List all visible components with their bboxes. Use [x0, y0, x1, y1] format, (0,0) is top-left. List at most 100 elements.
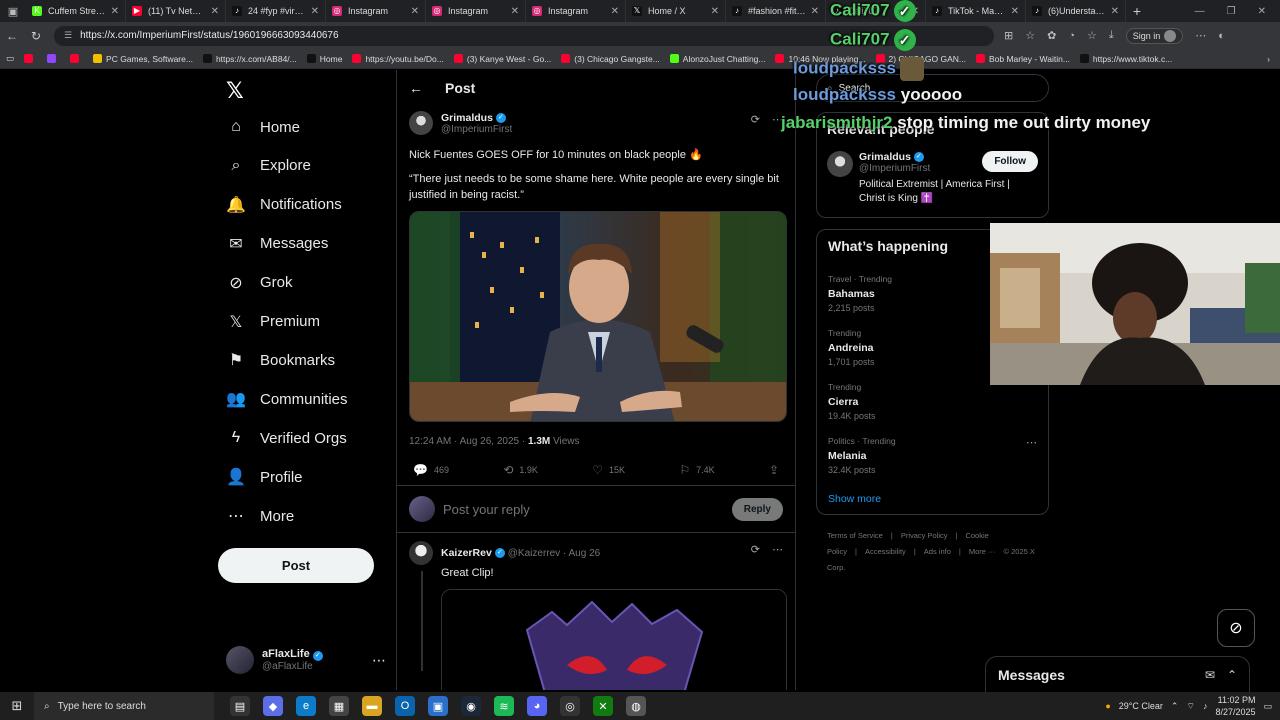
- bookmark-item[interactable]: (3) Chicago Gangste...: [561, 54, 660, 64]
- nav-item-grok[interactable]: ⊘ Grok: [226, 268, 292, 298]
- close-tab-icon[interactable]: ✕: [711, 6, 719, 17]
- nav-item-more[interactable]: ⋯ More: [226, 501, 294, 531]
- favorites-icon[interactable]: ☆: [1087, 29, 1097, 42]
- close-tab-icon[interactable]: ✕: [1111, 6, 1119, 17]
- extensions-icon[interactable]: ✿: [1047, 29, 1056, 42]
- expand-drawer-icon[interactable]: ⌃: [1227, 668, 1237, 682]
- messages-drawer[interactable]: Messages ✉ ⌃: [985, 656, 1250, 692]
- nav-item-home[interactable]: ⌂ Home: [226, 112, 300, 142]
- reply-input[interactable]: Post your reply: [443, 502, 732, 517]
- tray-overflow-icon[interactable]: ⌃: [1171, 701, 1179, 712]
- close-tab-icon[interactable]: ✕: [611, 6, 619, 17]
- browser-tab[interactable]: ♪ #fashion #fitinsp ✕: [726, 0, 826, 22]
- bookmark-item[interactable]: Home: [306, 54, 342, 64]
- nav-item-explore[interactable]: ⌕ Explore: [226, 151, 311, 181]
- start-icon[interactable]: ⊞: [0, 698, 34, 714]
- network-icon[interactable]: ⌔: [1186, 701, 1194, 712]
- bookmark-item[interactable]: PC Games, Software...: [93, 54, 193, 64]
- restore-icon[interactable]: ❐: [1227, 6, 1236, 17]
- bookmark-item[interactable]: AlonzoJust Chatting...: [669, 54, 765, 64]
- copilot-icon[interactable]: ◐: [1218, 30, 1225, 42]
- obs-icon[interactable]: ◎: [560, 696, 580, 716]
- reply-author[interactable]: KaizerRev ✓ @Kaizerrev · Aug 26: [441, 547, 600, 559]
- post-button[interactable]: Post: [218, 548, 374, 583]
- notifications-icon[interactable]: ▭: [1263, 701, 1272, 712]
- grok-explain-icon[interactable]: ⟳: [751, 543, 760, 556]
- repost-action[interactable]: ⟲ 1.9K: [503, 463, 538, 477]
- close-tab-icon[interactable]: ✕: [211, 6, 219, 17]
- nav-item-communities[interactable]: 👥 Communities: [226, 384, 348, 414]
- account-switcher[interactable]: aFlaxLife ✓ @aFlaxLife ⋯: [226, 646, 386, 674]
- avatar[interactable]: [409, 111, 433, 135]
- like-action[interactable]: ♡ 15K: [592, 463, 625, 477]
- trend-item[interactable]: Trending Cierra 19.4K posts: [828, 382, 1037, 421]
- reload-icon[interactable]: ↻: [24, 29, 48, 43]
- bookmark-item[interactable]: https://www.tiktok.c...: [1079, 54, 1172, 64]
- misc-app-icon[interactable]: ◍: [626, 696, 646, 716]
- close-tab-icon[interactable]: ✕: [1011, 6, 1019, 17]
- post-author[interactable]: Grimaldus ✓: [441, 112, 512, 124]
- trend-more-icon[interactable]: ⋯: [1026, 436, 1037, 449]
- xbox-icon[interactable]: ✕: [593, 696, 613, 716]
- browser-tab[interactable]: ◎ Instagram ✕: [526, 0, 626, 22]
- grok-fab-icon[interactable]: ⊘: [1217, 609, 1255, 647]
- bookmark-item[interactable]: Bob Marley - Waitin...: [975, 54, 1070, 64]
- task-view-icon[interactable]: ▤: [230, 696, 250, 716]
- reply-media[interactable]: [441, 589, 787, 690]
- post-handle[interactable]: @ImperiumFirst: [441, 124, 512, 135]
- footer-link[interactable]: Ads info: [924, 547, 951, 556]
- bookmark-item[interactable]: https://youtu.be/Do...: [352, 54, 444, 64]
- close-tab-icon[interactable]: ✕: [811, 6, 819, 17]
- close-tab-icon[interactable]: ✕: [411, 6, 419, 17]
- tab-actions-icon[interactable]: ▣: [0, 0, 26, 22]
- new-message-icon[interactable]: ✉: [1205, 668, 1215, 682]
- new-tab-button[interactable]: +: [1126, 3, 1148, 19]
- menu-dots-icon[interactable]: ⋯: [1195, 29, 1206, 42]
- close-tab-icon[interactable]: ✕: [511, 6, 519, 17]
- install-app-icon[interactable]: ⊞: [1004, 29, 1013, 42]
- back-arrow-icon[interactable]: ←: [409, 80, 423, 96]
- reply-action[interactable]: 💬 469: [413, 463, 449, 477]
- bookmark-item[interactable]: [24, 54, 37, 64]
- bookmark-item[interactable]: https://x.com/AB84/...: [202, 54, 297, 64]
- copilot-app-icon[interactable]: ◆: [263, 696, 283, 716]
- bookmark-item[interactable]: (3) Kanye West - Go...: [453, 54, 551, 64]
- nav-item-bookmarks[interactable]: ⚑ Bookmarks: [226, 345, 335, 375]
- bookmarks-overflow-icon[interactable]: ›: [1267, 54, 1270, 64]
- file-explorer-icon[interactable]: ▬: [362, 696, 382, 716]
- browser-tab[interactable]: ◎ Instagram ✕: [426, 0, 526, 22]
- trend-item[interactable]: Politics · Trending Melania 32.4K posts ⋯: [828, 436, 1037, 475]
- bookmark-item[interactable]: [70, 54, 83, 64]
- outlook-icon[interactable]: O: [395, 696, 415, 716]
- sign-in-button[interactable]: Sign in: [1125, 27, 1184, 44]
- footer-link[interactable]: Accessibility: [865, 547, 906, 556]
- x-logo-icon[interactable]: 𝕏: [226, 78, 244, 104]
- nav-item-notifications[interactable]: 🔔 Notifications: [226, 190, 342, 220]
- account-more-icon[interactable]: ⋯: [372, 652, 386, 669]
- back-icon[interactable]: ←: [0, 29, 24, 43]
- steam-icon[interactable]: ◉: [461, 696, 481, 716]
- reply-button[interactable]: Reply: [731, 497, 783, 521]
- footer-link[interactable]: More ···: [969, 547, 996, 556]
- browser-tab[interactable]: ♪ TikTok - Make Yo ✕: [926, 0, 1026, 22]
- share-action[interactable]: ⇪: [769, 463, 779, 477]
- discord-icon[interactable]: ◕: [527, 696, 547, 716]
- photos-icon[interactable]: ▣: [428, 696, 448, 716]
- bookmark-star-icon[interactable]: ☆: [1025, 29, 1035, 42]
- avatar[interactable]: [409, 541, 433, 565]
- grok-explain-icon[interactable]: ⟳: [751, 113, 760, 126]
- post-more-icon[interactable]: ⋯: [772, 543, 783, 556]
- browser-tab[interactable]: ◎ Instagram ✕: [326, 0, 426, 22]
- browser-tab[interactable]: ♪ 24 #fyp #viral #i ✕: [226, 0, 326, 22]
- close-tab-icon[interactable]: ✕: [111, 6, 119, 17]
- site-info-icon[interactable]: ☰: [64, 30, 72, 41]
- nav-item-premium[interactable]: 𝕏 Premium: [226, 307, 320, 337]
- profile-icon[interactable]: ◔: [1068, 30, 1075, 42]
- follow-button[interactable]: Follow: [982, 151, 1038, 172]
- spotify-icon[interactable]: ≋: [494, 696, 514, 716]
- close-window-icon[interactable]: ✕: [1258, 6, 1266, 17]
- browser-tab[interactable]: ♪ (6)Understandin ✕: [1026, 0, 1126, 22]
- footer-link[interactable]: Privacy Policy: [901, 531, 948, 540]
- downloads-icon[interactable]: ⤓: [1109, 29, 1114, 42]
- store-icon[interactable]: ▦: [329, 696, 349, 716]
